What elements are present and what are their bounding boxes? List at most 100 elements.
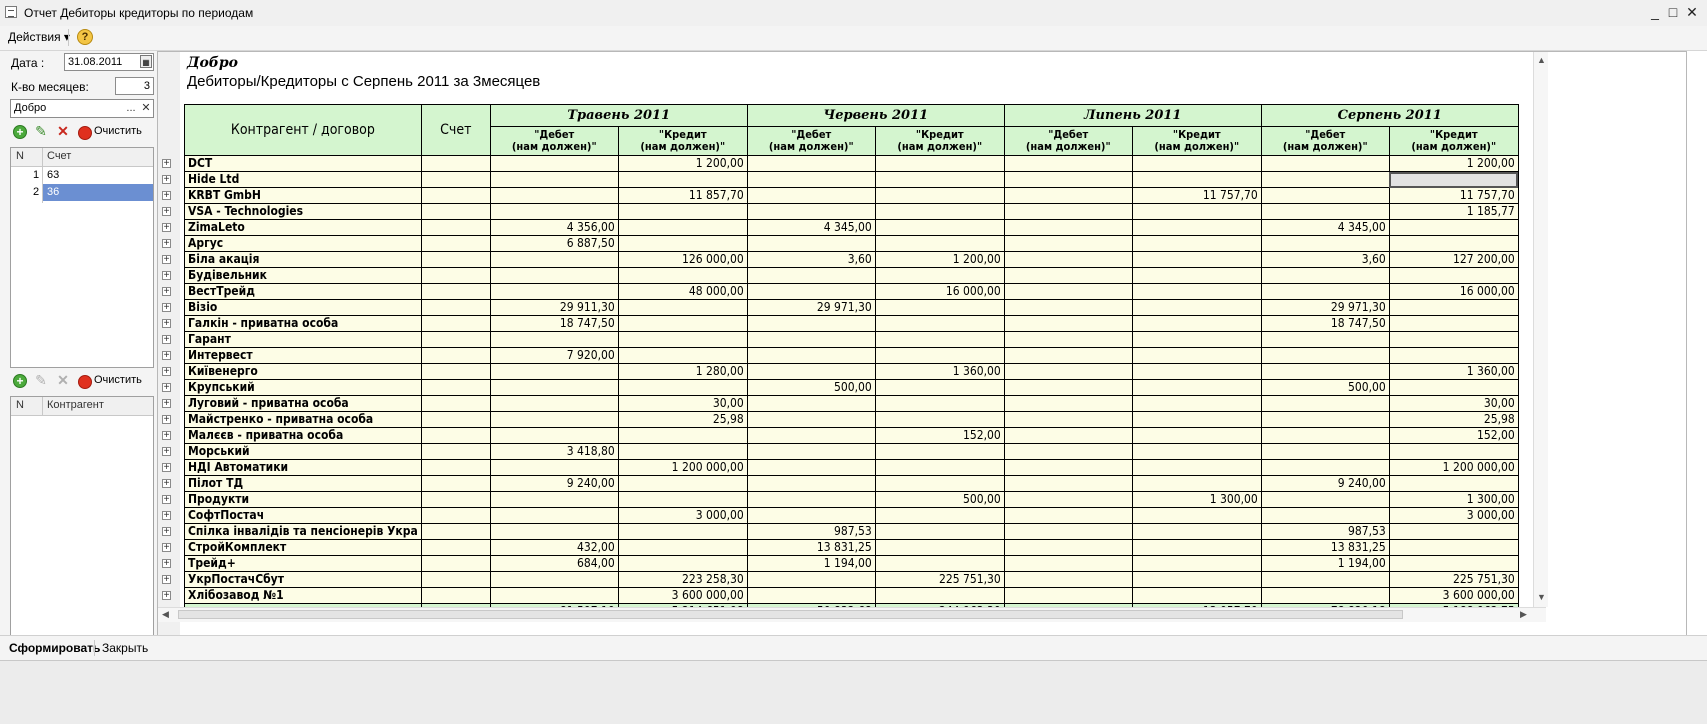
debit-cell[interactable] (489, 187, 619, 204)
report-row[interactable]: УкрПостачСбут 223 258,30 225 751,30 225 751… (184, 571, 1519, 588)
debit-cell[interactable] (1003, 331, 1133, 348)
debit-cell[interactable] (1003, 363, 1133, 380)
credit-cell[interactable]: 225 751,30 (874, 571, 1005, 588)
contractor-name[interactable]: Морський (184, 443, 422, 460)
credit-cell[interactable] (617, 379, 748, 396)
credit-cell[interactable] (874, 187, 1005, 204)
debit-cell[interactable] (1003, 443, 1133, 460)
debit-cell[interactable] (1003, 267, 1133, 284)
credit-cell[interactable] (1131, 555, 1262, 572)
debit-cell[interactable] (489, 283, 619, 300)
debit-cell[interactable]: 500,00 (1260, 379, 1390, 396)
edit-account-icon[interactable]: ✎ (34, 124, 48, 138)
debit-cell[interactable] (746, 459, 876, 476)
credit-cell[interactable] (1388, 443, 1519, 460)
minimize-icon[interactable]: _ (1647, 4, 1663, 20)
debit-cell[interactable] (1260, 347, 1390, 364)
maximize-icon[interactable]: □ (1665, 4, 1681, 20)
debit-cell[interactable] (1003, 395, 1133, 412)
credit-cell[interactable] (617, 491, 748, 508)
credit-cell[interactable]: 1 300,00 (1131, 491, 1262, 508)
debit-cell[interactable] (489, 171, 619, 188)
debit-cell[interactable]: 1 194,00 (1260, 555, 1390, 572)
credit-cell[interactable] (1131, 203, 1262, 220)
scroll-down-icon[interactable]: ▼ (1537, 592, 1546, 602)
row-expand-icon[interactable]: + (162, 191, 171, 201)
account-cell[interactable] (420, 267, 491, 284)
report-row[interactable]: Крупський 500,00 500,00 (184, 379, 1519, 396)
credit-cell[interactable] (617, 219, 748, 236)
debit-cell[interactable] (746, 411, 876, 428)
debit-cell[interactable] (746, 395, 876, 412)
debit-cell[interactable]: 3,60 (746, 251, 876, 268)
account-cell[interactable] (420, 347, 491, 364)
credit-cell[interactable]: 11 857,70 (617, 187, 748, 204)
credit-cell[interactable] (874, 155, 1005, 172)
credit-cell[interactable] (1131, 443, 1262, 460)
credit-cell[interactable]: 152,00 (1388, 427, 1519, 444)
contractor-name[interactable]: Трейд+ (184, 555, 422, 572)
row-expand-icon[interactable]: + (162, 511, 171, 521)
debit-cell[interactable] (489, 411, 619, 428)
credit-cell[interactable] (617, 427, 748, 444)
credit-cell[interactable] (617, 171, 748, 188)
credit-cell[interactable]: 1 200,00 (874, 251, 1005, 268)
contractor-name[interactable]: НДІ Автоматики (184, 459, 422, 476)
credit-cell[interactable]: 1 200 000,00 (617, 459, 748, 476)
debit-cell[interactable] (1003, 219, 1133, 236)
debit-cell[interactable] (746, 203, 876, 220)
credit-cell[interactable]: 126 000,00 (617, 251, 748, 268)
report-row[interactable]: Будівельник (184, 267, 1519, 284)
debit-cell[interactable] (746, 363, 876, 380)
debit-cell[interactable]: 4 345,00 (1260, 219, 1390, 236)
account-cell[interactable] (420, 427, 491, 444)
credit-cell[interactable] (1131, 363, 1262, 380)
account-cell[interactable] (420, 331, 491, 348)
row-expand-icon[interactable]: + (162, 159, 171, 169)
credit-cell[interactable] (1388, 523, 1519, 540)
contractor-name[interactable]: УкрПостачСбут (184, 571, 422, 588)
credit-cell[interactable]: 1 200 000,00 (1388, 459, 1519, 476)
credit-cell[interactable] (1388, 539, 1519, 556)
credit-cell[interactable] (1131, 523, 1262, 540)
debit-cell[interactable]: 987,53 (1260, 523, 1390, 540)
debit-cell[interactable] (1003, 187, 1133, 204)
credit-cell[interactable] (874, 475, 1005, 492)
account-cell[interactable] (420, 491, 491, 508)
credit-cell[interactable] (1388, 379, 1519, 396)
close-button[interactable]: Закрыть (102, 641, 148, 655)
debit-cell[interactable] (746, 475, 876, 492)
debit-cell[interactable] (1003, 315, 1133, 332)
debit-cell[interactable] (1260, 571, 1390, 588)
credit-cell[interactable] (617, 331, 748, 348)
debit-cell[interactable] (1003, 587, 1133, 604)
debit-cell[interactable]: 3 418,80 (489, 443, 619, 460)
row-expand-icon[interactable]: + (162, 543, 171, 553)
account-cell[interactable] (420, 459, 491, 476)
contractor-name[interactable]: DCT (184, 155, 422, 172)
debit-cell[interactable] (746, 283, 876, 300)
report-row[interactable]: Трейд+ 684,00 1 194,00 1 194,00 (184, 555, 1519, 572)
debit-cell[interactable] (746, 587, 876, 604)
debit-cell[interactable] (489, 267, 619, 284)
account-cell[interactable] (420, 571, 491, 588)
credit-cell[interactable]: 3 600 000,00 (617, 587, 748, 604)
credit-cell[interactable] (1388, 299, 1519, 316)
credit-cell[interactable] (1131, 171, 1262, 188)
horizontal-scrollbar[interactable]: ◀ ▶ (158, 607, 1546, 622)
debit-cell[interactable] (1260, 459, 1390, 476)
account-cell[interactable] (420, 395, 491, 412)
debit-cell[interactable] (1003, 571, 1133, 588)
debit-cell[interactable] (1003, 427, 1133, 444)
credit-cell[interactable] (1131, 507, 1262, 524)
close-icon[interactable]: ✕ (1684, 4, 1700, 20)
credit-cell[interactable] (1131, 235, 1262, 252)
credit-cell[interactable]: 500,00 (874, 491, 1005, 508)
credit-cell[interactable] (617, 299, 748, 316)
credit-cell[interactable] (1388, 475, 1519, 492)
debit-cell[interactable]: 500,00 (746, 379, 876, 396)
credit-cell[interactable]: 1 360,00 (1388, 363, 1519, 380)
debit-cell[interactable] (489, 571, 619, 588)
add-contractor-icon[interactable]: + (13, 374, 27, 388)
credit-cell[interactable]: 25,98 (617, 411, 748, 428)
